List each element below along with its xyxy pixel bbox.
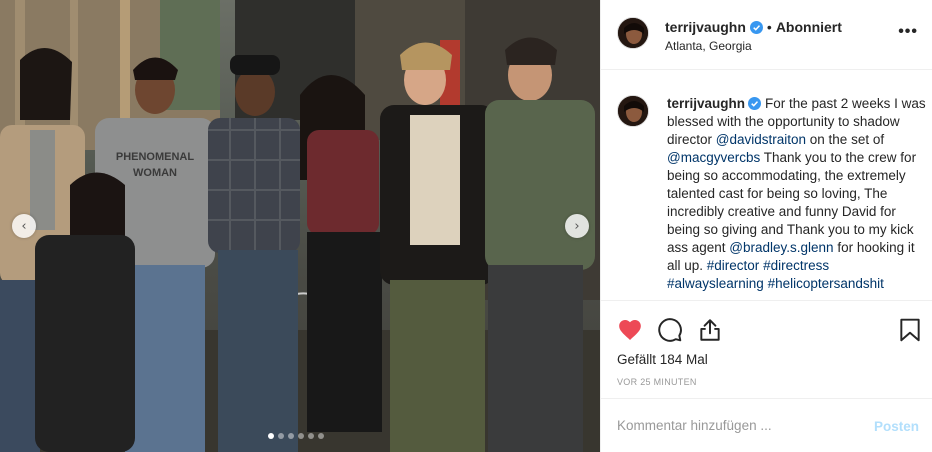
post-caption: terrijvaughn For the past 2 weeks I was b… [667,95,929,293]
post-actions: Gefällt 184 Mal VOR 25 MINUTEN [601,300,932,398]
carousel-prev-button[interactable]: ‹ [12,214,36,238]
comment-input[interactable] [617,418,847,433]
svg-text:PHENOMENAL: PHENOMENAL [116,151,195,163]
mention-link[interactable]: @macgyvercbs [667,150,760,165]
avatar[interactable] [617,95,649,127]
more-horizontal-icon: ••• [898,23,918,40]
save-button[interactable] [897,317,923,343]
comment-button[interactable] [657,317,683,343]
username-link[interactable]: terrijvaughn [665,19,746,35]
chevron-left-icon: ‹ [21,218,27,234]
like-count[interactable]: Gefällt 184 Mal [617,352,708,367]
svg-text:WOMAN: WOMAN [133,167,177,179]
share-icon [700,319,720,341]
post-header: terrijvaughn • Abonniert Atlanta, Georgi… [601,0,932,70]
carousel-dot [318,433,324,439]
comment-form: Posten [601,398,932,452]
carousel-dot [308,433,314,439]
hashtag-link[interactable]: #helicoptersandshit [768,276,884,291]
carousel-dot [298,433,304,439]
post-sidebar: terrijvaughn • Abonniert Atlanta, Georgi… [600,0,932,452]
header-user-row: terrijvaughn • Abonniert [665,19,842,35]
bookmark-icon [900,318,920,342]
post-comment-button[interactable]: Posten [874,419,919,434]
share-button[interactable] [697,317,723,343]
chevron-right-icon: › [574,218,580,234]
verified-badge-icon [748,97,762,110]
follow-button[interactable]: Abonniert [776,19,842,35]
profile-photo-icon [618,96,648,126]
mention-link[interactable]: @bradley.s.glenn [729,240,833,255]
separator-dot: • [766,19,772,35]
mention-link[interactable]: @davidstraiton [716,132,806,147]
verified-badge-icon [749,20,763,34]
carousel-next-button[interactable]: › [565,214,589,238]
post-photo[interactable]: PHENOMENAL WOMAN ‹ › [0,0,600,452]
avatar[interactable] [617,17,649,49]
hashtag-link[interactable]: #directress [763,258,829,273]
caption-text: on the set of [806,132,885,147]
hashtag-link[interactable]: #director [707,258,760,273]
carousel-dot [268,433,274,439]
caption-section: terrijvaughn For the past 2 weeks I was b… [601,71,932,299]
carousel-indicator [268,433,324,439]
carousel-dot [288,433,294,439]
post-timestamp[interactable]: VOR 25 MINUTEN [617,377,697,387]
profile-photo-icon [618,18,648,48]
location-link[interactable]: Atlanta, Georgia [665,39,752,53]
more-options-button[interactable]: ••• [898,23,918,41]
group-photo-illustration: PHENOMENAL WOMAN [0,0,600,452]
comment-icon [658,318,682,342]
hashtag-link[interactable]: #alwayslearning [667,276,764,291]
caption-username-link[interactable]: terrijvaughn [667,96,745,111]
heart-filled-icon [619,320,641,340]
carousel-dot [278,433,284,439]
like-button[interactable] [617,317,643,343]
